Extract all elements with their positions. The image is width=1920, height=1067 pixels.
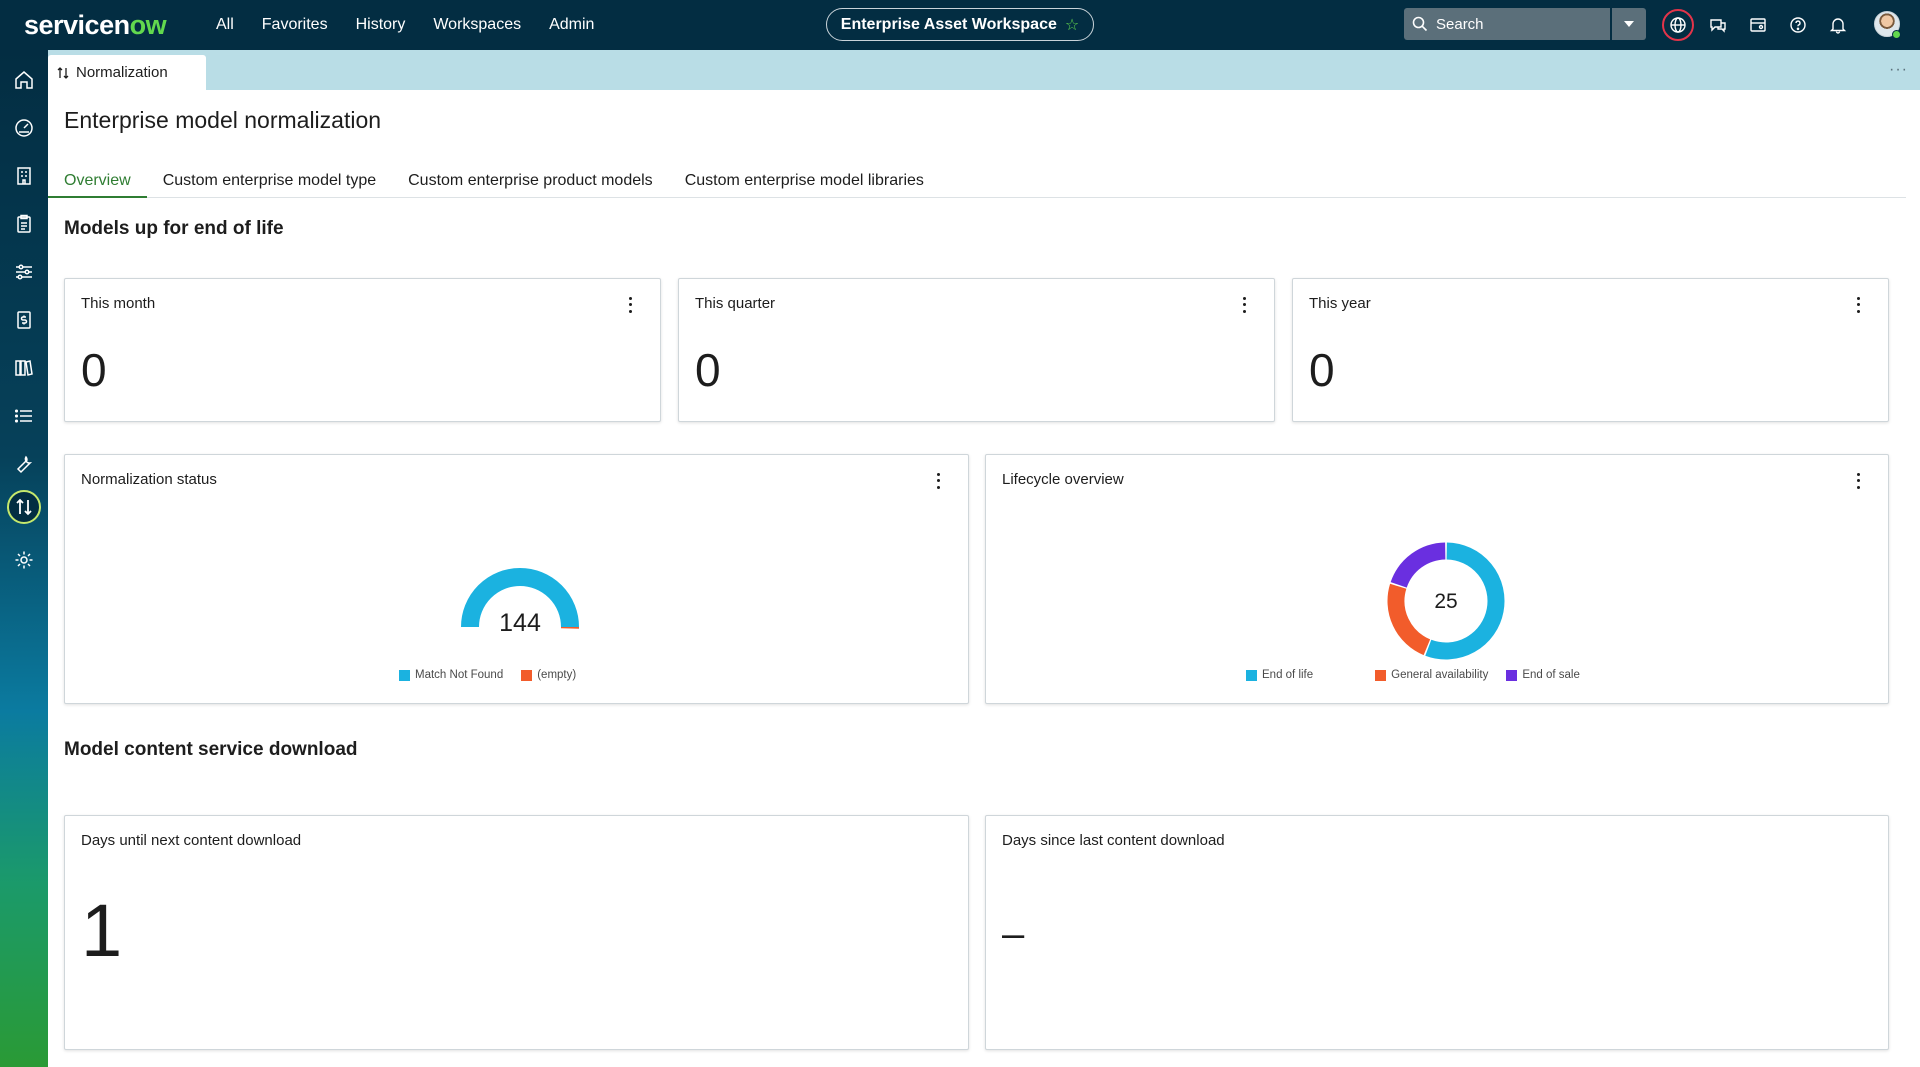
tab-overview[interactable]: Overview [48,166,147,198]
card-title: Lifecycle overview [1002,471,1124,488]
legend-item[interactable]: End of sale [1506,669,1580,681]
legend-swatch [1506,669,1518,681]
legend-swatch [521,669,533,681]
card-title: This quarter [695,295,776,312]
nav-all[interactable]: All [216,16,248,34]
nav-favorites[interactable]: Favorites [248,16,342,34]
chevron-down-icon [1624,21,1634,27]
legend-label: (empty) [537,669,577,681]
card-menu-icon[interactable] [626,295,634,315]
star-icon[interactable]: ☆ [1065,15,1079,35]
donut-center-label: 25 [1434,590,1457,613]
search-box [1404,8,1610,40]
donut-slice-end-of-sale[interactable] [1390,542,1446,588]
tab-custom-model-type[interactable]: Custom enterprise model type [147,166,392,198]
page-title: Enterprise model normalization [64,107,382,133]
card-value: – [1002,912,1025,956]
lifecycle-legend: End of life General availability End of … [1246,669,1580,681]
card-menu-icon[interactable] [1854,295,1862,315]
help-icon[interactable] [1782,9,1814,41]
legend-label: Match Not Found [415,669,504,681]
search-icon [1412,16,1428,32]
normalization-legend: Match Not Found (empty) [399,669,576,681]
donut-slice-general-availability[interactable] [1387,583,1431,656]
card-menu-icon[interactable] [1240,295,1248,315]
bell-icon[interactable] [1822,9,1854,41]
page-tab-strip: Normalization ··· [48,50,1920,90]
workspace-pill[interactable]: Enterprise Asset Workspace ☆ [826,8,1094,41]
legend-item[interactable]: (empty) [521,669,576,681]
tab-custom-model-libraries[interactable]: Custom enterprise model libraries [669,166,940,198]
tab-custom-product-models[interactable]: Custom enterprise product models [392,166,669,198]
days-since-download-card[interactable]: Days since last content download – [985,815,1889,1050]
legend-swatch [1375,669,1387,681]
sliders-icon[interactable] [8,256,40,288]
normalization-icon [57,66,69,79]
main-nav: All Favorites History Workspaces Admin [216,16,608,34]
section-title-download: Model content service download [64,739,358,760]
page-tab-label: Normalization [76,64,168,81]
card-title: Days until next content download [81,832,302,849]
legend-swatch [1246,669,1257,681]
section-title-eol: Models up for end of life [64,218,284,239]
dashboard-icon[interactable] [8,112,40,144]
library-icon[interactable] [8,352,40,384]
status-dot [1892,30,1901,39]
search-input[interactable] [1436,15,1596,33]
card-value: 0 [1309,344,1335,396]
nav-workspaces[interactable]: Workspaces [419,16,535,34]
clipboard-icon[interactable] [8,208,40,240]
servicenow-logo[interactable]: servicenow [24,10,184,41]
eol-card-month[interactable]: This month 0 [64,278,661,422]
chat-icon[interactable] [1702,9,1734,41]
lifecycle-overview-card: Lifecycle overview 25 End of life Genera… [985,454,1889,704]
legend-item[interactable]: General availability [1375,669,1488,681]
normalization-gauge-chart[interactable]: 144 [450,555,590,645]
nav-history[interactable]: History [342,16,420,34]
legend-label: End of sale [1522,669,1580,681]
building-icon[interactable] [8,160,40,192]
days-until-download-card[interactable]: Days until next content download 1 [64,815,969,1050]
list-icon[interactable] [8,400,40,432]
home-icon[interactable] [8,64,40,96]
normalization-icon[interactable] [7,490,41,524]
settings-icon[interactable] [8,544,40,576]
workspace-name: Enterprise Asset Workspace [840,15,1057,33]
top-icons [1662,9,1854,41]
gauge-center-label: 144 [499,609,541,637]
wrench-icon[interactable] [8,448,40,480]
card-value: 0 [81,344,107,396]
card-title: This month [81,295,156,312]
page-tab-normalization[interactable]: Normalization [48,55,206,90]
legend-label: End of life [1262,669,1314,681]
card-title: Days since last content download [1002,832,1225,849]
legend-swatch [399,669,410,681]
left-rail [0,50,48,1067]
normalization-status-card: Normalization status 144 Match Not Found… [64,454,969,704]
nav-admin[interactable]: Admin [535,16,608,34]
eol-card-quarter[interactable]: This quarter 0 [678,278,1275,422]
search-scope-dropdown[interactable] [1612,8,1646,40]
more-options-icon[interactable]: ··· [1889,61,1908,79]
card-title: This year [1309,295,1371,312]
legend-item[interactable]: Match Not Found [399,669,503,681]
legend-label: General availability [1391,669,1489,681]
card-menu-icon[interactable] [1854,471,1862,491]
legend-item[interactable]: End of life [1246,669,1313,681]
card-title: Normalization status [81,471,217,488]
eol-card-year[interactable]: This year 0 [1292,278,1889,422]
card-value: 0 [695,344,721,396]
globe-icon[interactable] [1662,9,1694,41]
content-tabs: Overview Custom enterprise model type Cu… [48,166,1906,198]
card-menu-icon[interactable] [934,471,942,491]
card-icon[interactable] [1742,9,1774,41]
lifecycle-donut-chart[interactable]: 25 [1378,533,1514,669]
card-value: 1 [81,889,123,972]
billing-icon[interactable] [8,304,40,336]
